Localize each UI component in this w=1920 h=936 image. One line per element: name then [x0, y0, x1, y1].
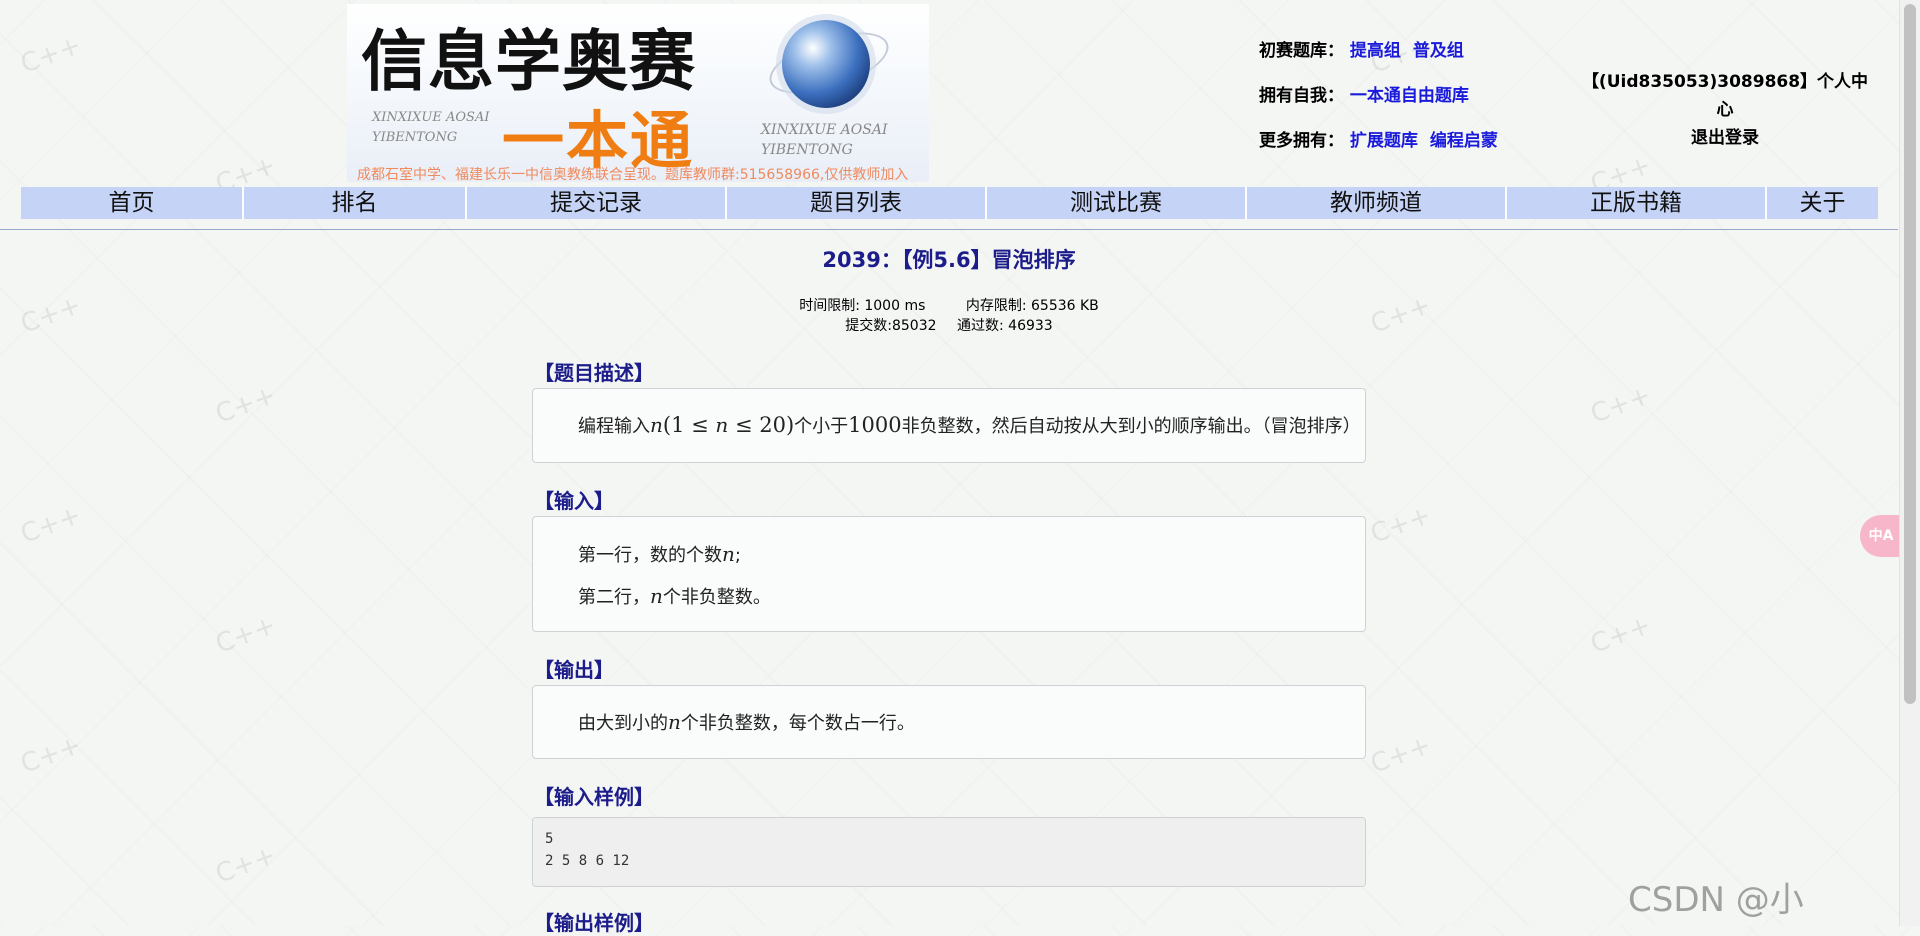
translate-icon[interactable]: 中A: [1860, 515, 1902, 557]
submission-count: 提交数:85032: [845, 318, 937, 334]
nav-item-teachers[interactable]: 教师频道: [1247, 187, 1507, 219]
banner-english-right: XINXIXUE AOSAI YIBENTONG: [761, 122, 888, 158]
math-range: (1 ≤ n ≤ 20): [662, 413, 795, 437]
scrollbar-thumb[interactable]: [1904, 4, 1916, 704]
nav-item-books[interactable]: 正版书籍: [1507, 187, 1767, 219]
description-text: 编程输入n(1 ≤ n ≤ 20)个小于1000非负整数，然后自动按从大到小的顺…: [578, 413, 1361, 437]
nav-item-problems[interactable]: 题目列表: [727, 187, 987, 219]
math-number: 1000: [848, 413, 902, 437]
globe-icon: [782, 20, 870, 108]
link-popular-group[interactable]: 普及组: [1413, 41, 1464, 61]
nav-divider: [0, 229, 1898, 230]
nav-item-submissions[interactable]: 提交记录: [467, 187, 727, 219]
sample-output-heading: 【输出样例】: [534, 911, 654, 935]
nav-item-about[interactable]: 关于: [1767, 187, 1878, 219]
description-heading: 【题目描述】: [534, 361, 654, 385]
link-row-free: 拥有自我： 一本通自由题库: [1259, 81, 1504, 126]
nav-item-contests[interactable]: 测试比赛: [987, 187, 1247, 219]
link-row-more: 更多拥有： 扩展题库 编程启蒙: [1259, 126, 1504, 171]
time-limit: 时间限制: 1000 ms: [799, 298, 926, 314]
nav-item-ranking[interactable]: 排名: [244, 187, 467, 219]
input-box: 第一行，数的个数n; 第二行，n个非负整数。: [532, 516, 1366, 632]
user-panel: 【(Uid835053)3089868】个人中心 退出登录: [1580, 68, 1870, 152]
sample-input-line: 2 5 8 6 12: [545, 853, 630, 869]
link-row-label: 初赛题库：: [1259, 41, 1344, 61]
output-text: 由大到小的n个非负整数，每个数占一行。: [578, 710, 915, 734]
input-line-1: 第一行，数的个数n;: [578, 542, 741, 566]
vertical-scrollbar[interactable]: [1899, 0, 1920, 926]
link-extended-problemset[interactable]: 扩展题库: [1350, 131, 1418, 151]
user-center-link[interactable]: 【(Uid835053)3089868】个人中心: [1582, 72, 1868, 120]
memory-limit: 内存限制: 65536 KB: [965, 298, 1099, 314]
header-links: 初赛题库： 提高组 普及组 拥有自我： 一本通自由题库 更多拥有： 扩展题库 编…: [1259, 36, 1504, 171]
link-advanced-group[interactable]: 提高组: [1350, 41, 1401, 61]
output-heading: 【输出】: [534, 658, 614, 682]
banner-note: 成都石室中学、福建长乐一中信奥教练联合呈现。题库教师群:515658966,仅供…: [357, 167, 909, 182]
problem-title: 2039：【例5.6】冒泡排序: [822, 248, 1076, 272]
sample-input-heading: 【输入样例】: [534, 785, 654, 809]
input-line-2: 第二行，n个非负整数。: [578, 584, 771, 608]
output-box: 由大到小的n个非负整数，每个数占一行。: [532, 685, 1366, 759]
sample-input-line: 5: [545, 831, 554, 847]
link-free-problemset[interactable]: 一本通自由题库: [1350, 86, 1469, 106]
sample-input-box[interactable]: 5 2 5 8 6 12: [532, 817, 1366, 887]
site-banner[interactable]: 信息学奥赛 XINXIXUE AOSAI YIBENTONG 一本通 XINXI…: [347, 4, 929, 182]
logout-link[interactable]: 退出登录: [1691, 128, 1759, 148]
math-var: n: [650, 413, 663, 437]
link-programming-intro[interactable]: 编程启蒙: [1430, 131, 1498, 151]
link-row-label: 更多拥有：: [1259, 131, 1344, 151]
problem-limits: 时间限制: 1000 ms 内存限制: 65536 KB 提交数:85032 通…: [0, 296, 1898, 336]
link-row-label: 拥有自我：: [1259, 86, 1344, 106]
nav-item-home[interactable]: 首页: [21, 187, 244, 219]
csdn-watermark: CSDN @小: [1628, 880, 1804, 920]
input-heading: 【输入】: [534, 489, 614, 513]
description-box: 编程输入n(1 ≤ n ≤ 20)个小于1000非负整数，然后自动按从大到小的顺…: [532, 388, 1366, 463]
accepted-count: 通过数: 46933: [957, 318, 1053, 334]
banner-english-left: XINXIXUE AOSAI YIBENTONG: [372, 110, 490, 145]
main-nav: 首页 排名 提交记录 题目列表 测试比赛 教师频道 正版书籍 关于: [21, 187, 1878, 219]
link-row-preliminary: 初赛题库： 提高组 普及组: [1259, 36, 1504, 81]
